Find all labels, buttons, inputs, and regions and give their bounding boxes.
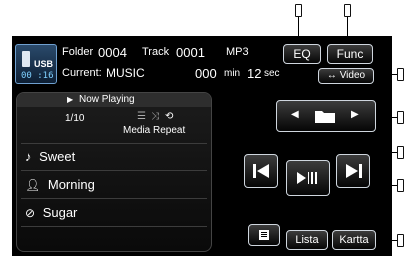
callout-marker-video [397,68,404,81]
folder-nav-button[interactable]: ◀ ▶ [276,100,376,132]
skip-prev-icon [253,164,269,178]
file-format: MP3 [226,46,249,58]
player-screen: USB 00 :16 Folder 0004 Track 0001 MP3 Cu… [12,36,392,256]
sec-label: sec [264,68,280,79]
usb-source-badge[interactable]: USB 00 :16 [15,44,57,84]
source-label: USB [34,59,54,69]
video-label: Video [339,70,366,81]
current-label: Current: [62,67,102,79]
play-pause-icon [297,172,317,184]
min-label: min [224,68,241,79]
callout-marker-eq [295,4,302,17]
now-playing-title: Now Playing [79,94,135,105]
usb-icon [22,51,30,67]
video-button[interactable]: ↔ Video [318,68,374,84]
divider [21,143,207,144]
kartta-button[interactable]: Kartta [332,230,376,250]
info-row: 👤︎ Morning [25,177,95,192]
lista-button[interactable]: Lista [286,230,328,250]
shuffle-icon: ⤨ [151,111,159,122]
track-label: Track [142,46,170,58]
eq-label: EQ [293,47,311,61]
folder-number: 0004 [98,45,127,60]
person-icon: 👤︎ [25,178,41,192]
func-button[interactable]: Func [327,44,373,64]
music-note-icon: ♪ [25,149,32,164]
divider [21,170,207,171]
artist-name: Morning [47,177,95,192]
time-seconds: 12 [247,66,262,81]
play-pause-button[interactable] [286,160,330,196]
swap-arrow-icon: ↔ [326,70,337,81]
info-row: ♪ Sweet [25,149,75,164]
divider [21,198,207,199]
list-view-button[interactable] [248,224,280,246]
callout-marker-skip [397,146,404,159]
now-playing-bar[interactable]: ▶ Now Playing [17,93,211,107]
callout-marker-play [397,179,404,192]
status-header: USB 00 :16 Folder 0004 Track 0001 MP3 Cu… [12,36,392,88]
func-label: Func [336,47,364,61]
kartta-label: Kartta [339,234,369,246]
folder-icon [315,111,335,123]
time-minutes: 000 [195,66,217,81]
info-row: ⊘ Sugar [25,205,77,220]
callout-marker-func [344,4,351,17]
current-value: MUSIC [106,66,145,80]
divider [21,226,207,227]
now-playing-panel: ▶ Now Playing 1/10 ☰ ⤨ ⟲ Media Repeat ♪ … [16,92,212,252]
next-track-button[interactable] [336,154,370,188]
playlist-icon: ☰ [137,111,146,122]
play-indicator-icon: ▶ [67,95,74,104]
callout-marker-folder [397,111,404,124]
callout-marker-map [397,234,404,247]
folder-next-icon: ▶ [351,109,359,120]
skip-next-icon [346,164,362,178]
elapsed-time: 00 :16 [21,71,54,81]
eq-button[interactable]: EQ [283,44,321,64]
lista-label: Lista [295,234,319,246]
list-icon [259,230,269,240]
track-number: 0001 [176,45,205,60]
track-count: 1/10 [65,113,85,124]
folder-prev-icon: ◀ [291,109,299,120]
repeat-mode: Media Repeat [123,125,186,136]
disc-icon: ⊘ [25,206,36,220]
album-name: Sugar [42,205,78,220]
prev-track-button[interactable] [244,154,278,188]
repeat-icon: ⟲ [165,111,174,122]
song-title: Sweet [39,149,76,164]
folder-label: Folder [62,46,94,58]
